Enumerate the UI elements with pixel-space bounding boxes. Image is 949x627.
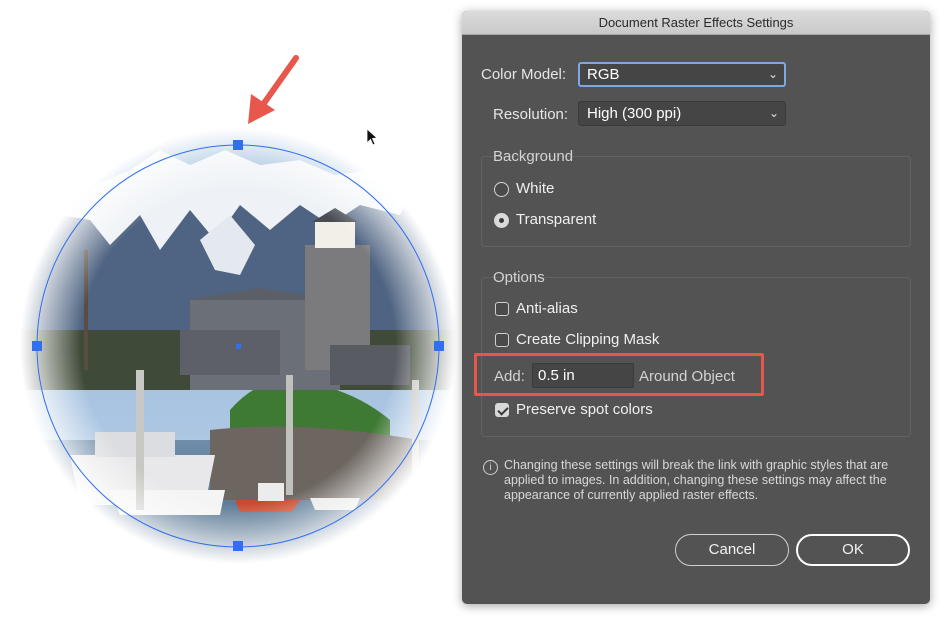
add-amount-input[interactable]: 0.5 in bbox=[532, 363, 634, 388]
radio-white-label[interactable]: White bbox=[516, 180, 554, 197]
add-label: Add: bbox=[494, 368, 525, 385]
selection-handle-right[interactable] bbox=[434, 341, 444, 351]
preserve-spot-label[interactable]: Preserve spot colors bbox=[516, 401, 653, 418]
color-model-select[interactable]: RGB ⌄ bbox=[578, 62, 786, 87]
clipping-mask-checkbox[interactable] bbox=[495, 333, 509, 347]
preserve-spot-checkbox[interactable] bbox=[495, 403, 509, 417]
photo-artwork bbox=[20, 55, 460, 570]
selection-handle-top[interactable] bbox=[233, 140, 243, 150]
resolution-label: Resolution: bbox=[493, 106, 569, 123]
arrow-annotation bbox=[248, 55, 299, 124]
dialog-title: Document Raster Effects Settings bbox=[462, 11, 930, 35]
selection-center-point bbox=[236, 344, 241, 349]
artwork-canvas bbox=[0, 0, 460, 627]
radio-white[interactable] bbox=[494, 182, 509, 197]
info-icon: i bbox=[483, 460, 498, 475]
clipping-mask-label[interactable]: Create Clipping Mask bbox=[516, 331, 659, 348]
radio-transparent[interactable] bbox=[494, 213, 509, 228]
selection-handle-bottom[interactable] bbox=[233, 541, 243, 551]
ok-button[interactable]: OK bbox=[796, 534, 910, 566]
cancel-button[interactable]: Cancel bbox=[675, 534, 789, 566]
color-model-label: Color Model: bbox=[481, 66, 567, 83]
around-object-label: Around Object bbox=[639, 368, 735, 385]
color-model-value: RGB bbox=[587, 66, 620, 83]
background-group bbox=[481, 156, 911, 247]
radio-transparent-label[interactable]: Transparent bbox=[516, 211, 596, 228]
options-group-title: Options bbox=[493, 269, 545, 286]
chevron-down-icon: ⌄ bbox=[767, 67, 778, 81]
info-message: Changing these settings will break the l… bbox=[504, 458, 889, 502]
screen: Document Raster Effects Settings Color M… bbox=[0, 0, 949, 627]
anti-alias-label[interactable]: Anti-alias bbox=[516, 300, 578, 317]
anti-alias-checkbox[interactable] bbox=[495, 302, 509, 316]
resolution-select[interactable]: High (300 ppi) ⌄ bbox=[578, 101, 786, 126]
selection-handle-left[interactable] bbox=[32, 341, 42, 351]
background-group-title: Background bbox=[493, 148, 574, 165]
chevron-down-icon: ⌄ bbox=[768, 106, 779, 120]
resolution-value: High (300 ppi) bbox=[587, 105, 682, 122]
